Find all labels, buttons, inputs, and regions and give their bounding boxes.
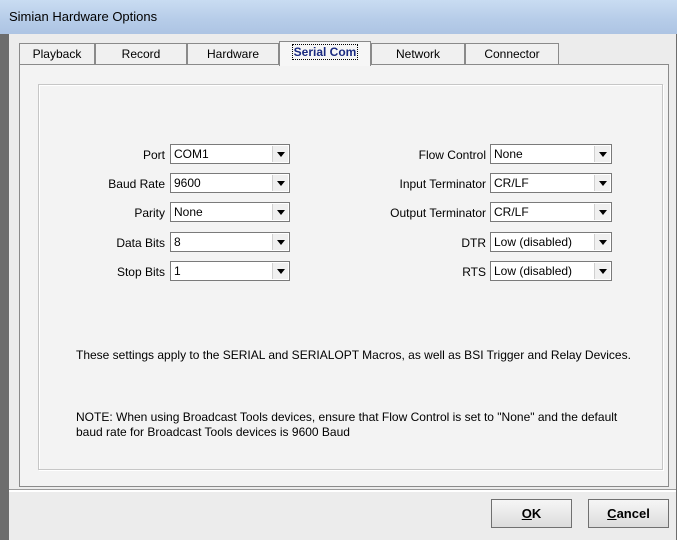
rts-select[interactable]: Low (disabled): [490, 261, 612, 281]
rts-label: RTS: [462, 265, 486, 279]
divider: [9, 489, 676, 492]
chevron-down-icon: [277, 152, 285, 157]
baud-rate-label: Baud Rate: [108, 177, 165, 191]
input-terminator-value: CR/LF: [494, 176, 529, 190]
port-value: COM1: [174, 147, 209, 161]
flow-control-label: Flow Control: [418, 148, 486, 162]
output-terminator-select[interactable]: CR/LF: [490, 202, 612, 222]
chevron-down-icon: [599, 240, 607, 245]
tab-serial-com[interactable]: Serial Com: [279, 41, 371, 66]
input-terminator-dropdown-button[interactable]: [594, 175, 610, 191]
options-dialog: Simian Hardware Options Playback Record …: [0, 0, 677, 540]
chevron-down-icon: [277, 269, 285, 274]
data-bits-value: 8: [174, 235, 181, 249]
dtr-select[interactable]: Low (disabled): [490, 232, 612, 252]
ok-button[interactable]: OK: [491, 499, 572, 528]
tab-record[interactable]: Record: [95, 43, 187, 65]
parity-dropdown-button[interactable]: [272, 204, 288, 220]
baud-rate-value: 9600: [174, 176, 201, 190]
parity-value: None: [174, 205, 203, 219]
chevron-down-icon: [599, 181, 607, 186]
chevron-down-icon: [599, 269, 607, 274]
tab-network[interactable]: Network: [371, 43, 465, 65]
chevron-down-icon: [277, 181, 285, 186]
stop-bits-select[interactable]: 1: [170, 261, 290, 281]
data-bits-dropdown-button[interactable]: [272, 234, 288, 250]
chevron-down-icon: [599, 210, 607, 215]
dtr-value: Low (disabled): [494, 235, 573, 249]
stop-bits-dropdown-button[interactable]: [272, 263, 288, 279]
window-title: Simian Hardware Options: [9, 9, 158, 24]
data-bits-select[interactable]: 8: [170, 232, 290, 252]
tab-hardware[interactable]: Hardware: [187, 43, 279, 65]
dtr-label: DTR: [461, 236, 486, 250]
flow-control-note: NOTE: When using Broadcast Tools devices…: [76, 410, 618, 439]
flow-control-dropdown-button[interactable]: [594, 146, 610, 162]
output-terminator-dropdown-button[interactable]: [594, 204, 610, 220]
port-select[interactable]: COM1: [170, 144, 290, 164]
output-terminator-label: Output Terminator: [390, 206, 486, 220]
parity-select[interactable]: None: [170, 202, 290, 222]
tab-connector[interactable]: Connector: [465, 43, 559, 65]
chevron-down-icon: [277, 240, 285, 245]
input-terminator-label: Input Terminator: [399, 177, 487, 191]
flow-control-select[interactable]: None: [490, 144, 612, 164]
baud-rate-select[interactable]: 9600: [170, 173, 290, 193]
flow-control-value: None: [494, 147, 523, 161]
dtr-dropdown-button[interactable]: [594, 234, 610, 250]
title-bar[interactable]: Simian Hardware Options: [0, 0, 677, 34]
input-terminator-select[interactable]: CR/LF: [490, 173, 612, 193]
info-note: These settings apply to the SERIAL and S…: [76, 348, 631, 362]
parity-label: Parity: [134, 206, 165, 220]
rts-value: Low (disabled): [494, 264, 573, 278]
stop-bits-label: Stop Bits: [116, 265, 165, 279]
tab-playback[interactable]: Playback: [19, 43, 95, 65]
chevron-down-icon: [599, 152, 607, 157]
port-label: Port: [142, 148, 165, 162]
stop-bits-value: 1: [174, 264, 181, 278]
chevron-down-icon: [277, 210, 285, 215]
port-dropdown-button[interactable]: [272, 146, 288, 162]
rts-dropdown-button[interactable]: [594, 263, 610, 279]
cancel-button[interactable]: Cancel: [588, 499, 669, 528]
data-bits-label: Data Bits: [116, 236, 165, 250]
baud-rate-dropdown-button[interactable]: [272, 175, 288, 191]
output-terminator-value: CR/LF: [494, 205, 529, 219]
